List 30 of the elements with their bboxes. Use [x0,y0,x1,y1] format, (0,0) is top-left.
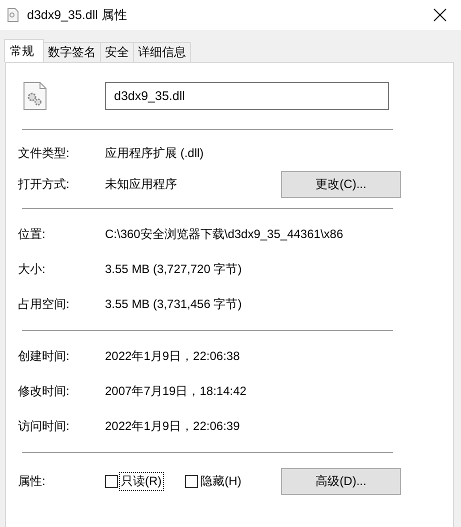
field-label: 占用空间: [18,296,70,313]
checkbox-label[interactable]: 隐藏(H) [200,472,242,490]
file-icon [7,8,19,22]
field-value: 3.55 MB (3,727,720 字节) [105,261,242,278]
field-value: 2007年7月19日，18:14:42 [105,383,246,400]
checkbox-label[interactable]: 只读(R) [120,472,163,490]
field-label: 修改时间: [18,383,70,400]
file-gear-icon [23,82,47,110]
tab[interactable]: 详细信息 [133,42,191,62]
close-icon[interactable] [433,8,447,22]
field-label: 大小: [18,261,46,278]
field-label: 属性: [18,472,46,490]
field-value: 应用程序扩展 (.dll) [105,145,204,162]
field-label: 访问时间: [18,418,70,435]
field-label: 创建时间: [18,348,70,365]
window-title: d3dx9_35.dll 属性 [27,6,128,24]
field-value: 未知应用程序 [105,176,177,193]
checkbox[interactable] [184,474,198,488]
field-label: 位置: [18,226,46,243]
field-label: 打开方式: [18,176,70,193]
advanced-button[interactable]: 高级(D)... [281,468,401,494]
file-name-field[interactable]: d3dx9_35.dll [105,82,389,110]
field-label: 文件类型: [18,145,70,162]
field-value: 2022年1月9日，22:06:39 [105,418,240,435]
tab[interactable]: 常规 [4,39,44,62]
field-value: 2022年1月9日，22:06:38 [105,348,240,365]
change-button[interactable]: 更改(C)... [281,171,401,198]
field-value: 3.55 MB (3,731,456 字节) [105,296,242,313]
checkbox[interactable] [105,474,118,488]
field-value: C:\360安全浏览器下载\d3dx9_35_44361\x86 [105,226,344,243]
